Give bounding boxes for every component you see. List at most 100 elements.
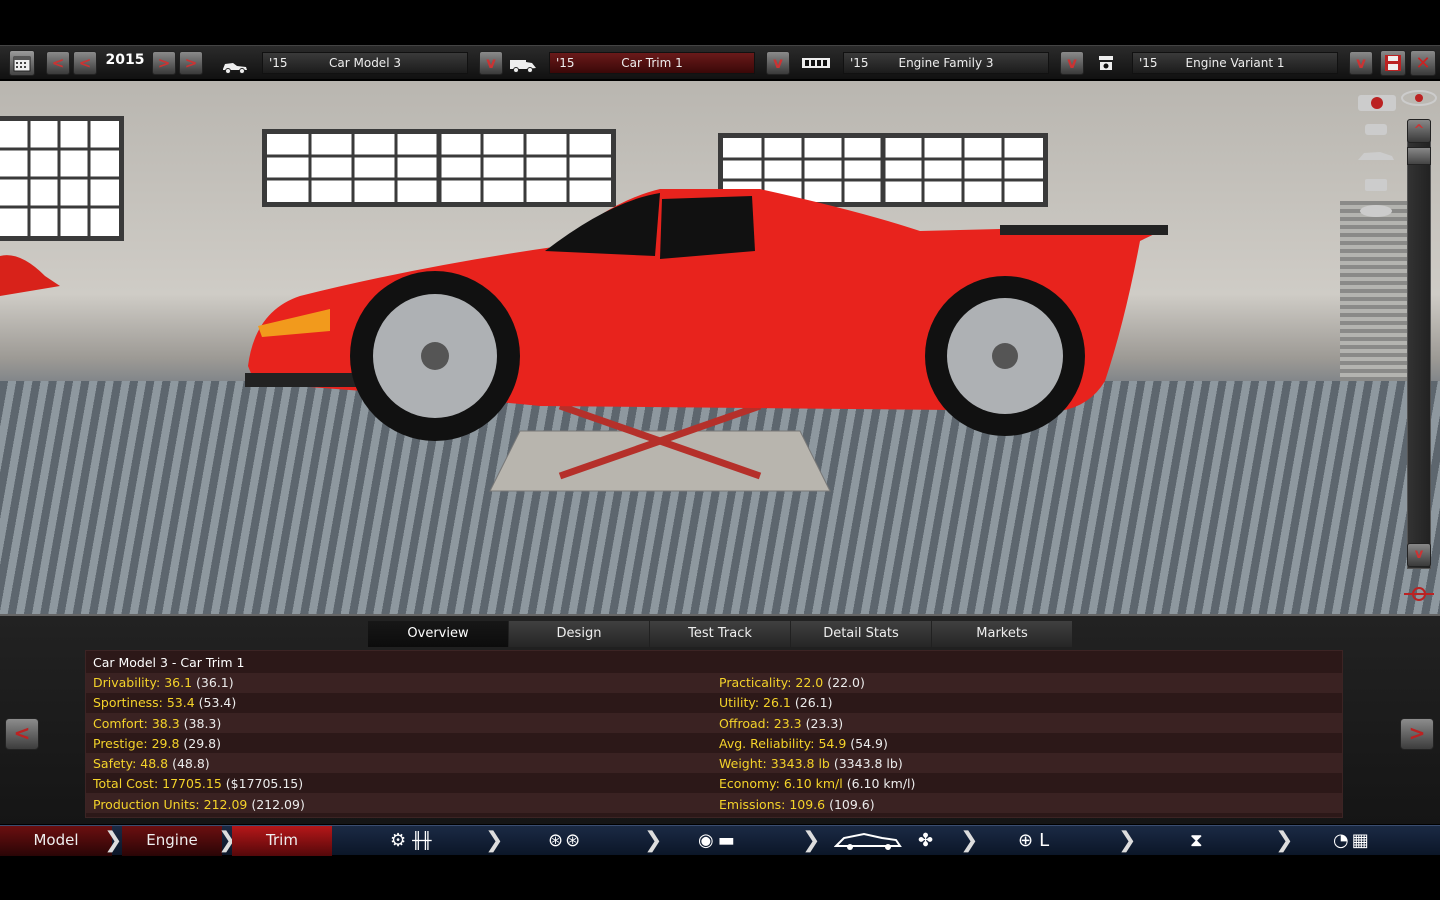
close-button[interactable]: ✕ xyxy=(1410,50,1436,76)
gear-icon: ⚙ xyxy=(390,830,407,851)
panel-next-button[interactable]: > xyxy=(1400,718,1434,750)
stat-previous: (6.10 km/l) xyxy=(846,776,916,791)
stat-avg-reliability: Avg. Reliability: 54.9 (54.9) xyxy=(719,734,888,754)
prev-button[interactable]: < xyxy=(73,51,97,75)
next-button[interactable]: > xyxy=(152,51,176,75)
panel-prev-button[interactable]: < xyxy=(5,718,39,750)
app-window: < < 2015 > > '15 Car Model 3 v '15 Car T… xyxy=(0,0,1440,900)
car-rear-icon[interactable] xyxy=(1362,176,1390,198)
chevron-right-icon: > xyxy=(184,54,198,72)
wheel-icon: ⊛ xyxy=(565,830,581,851)
chevron-right-icon: ❯ xyxy=(485,828,504,853)
step-engine[interactable]: Engine xyxy=(122,826,222,856)
stat-previous: (212.09) xyxy=(251,797,305,812)
eye-icon[interactable] xyxy=(1400,89,1438,111)
stat-emissions: Emissions: 109.6 (109.6) xyxy=(719,795,875,815)
checkered-flag-icon: ▦ xyxy=(1351,830,1369,851)
scroll-thumb[interactable] xyxy=(1407,147,1431,165)
car-side-icon[interactable] xyxy=(1356,149,1396,167)
speedometer-icon: ◔ xyxy=(1333,830,1349,851)
stat-economy: Economy: 6.10 km/l (6.10 km/l) xyxy=(719,774,915,794)
designer-steps-bar: Model ❯ Engine ❯ Trim ⚙ ╫╫ ❯ ⊛ ⊛ ❯ ◉ ▬ ❯ ✤ … xyxy=(0,825,1440,858)
stat-value: Drivability: 36.1 xyxy=(93,675,193,690)
stats-row xyxy=(86,693,1342,713)
tab-overview[interactable]: Overview xyxy=(368,621,508,647)
stat-value: Production Units: 212.09 xyxy=(93,797,248,812)
tab-detail-stats[interactable]: Detail Stats xyxy=(791,621,931,647)
stats-overview: Car Model 3 - Car Trim 1 Drivability: 36… xyxy=(85,650,1343,818)
scroll-down-button[interactable]: v xyxy=(1407,543,1431,567)
car-trim-icon xyxy=(508,56,538,78)
car-body-icon: ▬ xyxy=(717,830,735,851)
stat-value: Economy: 6.10 km/l xyxy=(719,776,843,791)
spring-icon: ⧗ xyxy=(1190,830,1203,851)
save-icon xyxy=(1385,55,1401,71)
reset-view-icon[interactable] xyxy=(1402,581,1436,611)
car-front-icon[interactable] xyxy=(1362,121,1390,141)
chevron-right-icon: ❯ xyxy=(1275,828,1294,853)
prev-prev-button[interactable]: < xyxy=(46,51,70,75)
stat-prestige: Prestige: 29.8 (29.8) xyxy=(93,734,221,754)
zoom-scrollbar[interactable] xyxy=(1407,121,1431,569)
step-body[interactable]: ◉ ▬ xyxy=(698,830,735,852)
step-interior[interactable]: ⊕ ᒪ xyxy=(1018,830,1049,852)
engine-family-icon xyxy=(801,55,831,75)
chevron-left-icon: < xyxy=(78,54,92,72)
step-model[interactable]: Model xyxy=(0,826,112,856)
step-trim[interactable]: Trim xyxy=(232,826,332,856)
chevron-down-icon: v xyxy=(1067,54,1077,72)
stat-utility: Utility: 26.1 (26.1) xyxy=(719,693,832,713)
step-suspension[interactable]: ⧗ xyxy=(1190,830,1203,852)
chevron-right-icon: > xyxy=(1408,721,1426,745)
next-next-button[interactable]: > xyxy=(179,51,203,75)
stat-value: Total Cost: 17705.15 xyxy=(93,776,222,791)
rear-wheel xyxy=(925,276,1085,436)
engine-family-dropdown-button[interactable]: v xyxy=(1060,51,1084,75)
engine-variant-dropdown-button[interactable]: v xyxy=(1349,51,1373,75)
stat-value: Offroad: 23.3 xyxy=(719,716,802,731)
chevron-down-icon: v xyxy=(1414,547,1424,562)
chevron-right-icon: ❯ xyxy=(104,828,123,853)
stat-previous: (29.8) xyxy=(183,736,221,751)
engine-family-select[interactable]: '15 Engine Family 3 xyxy=(843,52,1049,74)
stats-row xyxy=(86,733,1342,753)
stat-practicality: Practicality: 22.0 (22.0) xyxy=(719,673,865,693)
car-viewport[interactable]: ^ v xyxy=(0,81,1440,614)
calendar-icon[interactable] xyxy=(9,50,35,76)
year-label: 2015 xyxy=(105,52,145,68)
save-button[interactable] xyxy=(1380,50,1406,76)
car-model-select[interactable]: '15 Car Model 3 xyxy=(262,52,468,74)
engine-variant-name: Engine Variant 1 xyxy=(1185,56,1285,70)
stat-value: Weight: 3343.8 lb xyxy=(719,756,830,771)
stats-row xyxy=(86,673,1342,693)
chevron-right-icon: ❯ xyxy=(802,828,821,853)
step-wheels[interactable]: ⊛ ⊛ xyxy=(548,830,580,852)
stat-previous: (54.9) xyxy=(850,736,888,751)
step-aero[interactable] xyxy=(833,830,914,858)
stat-previous: (38.3) xyxy=(183,716,222,731)
stat-value: Prestige: 29.8 xyxy=(93,736,180,751)
car-trim-dropdown-button[interactable]: v xyxy=(766,51,790,75)
stat-previous: (109.6) xyxy=(829,797,875,812)
car-model-dropdown-button[interactable]: v xyxy=(479,51,503,75)
car-trim-select[interactable]: '15 Car Trim 1 xyxy=(549,52,755,74)
engine-variant-select[interactable]: '15 Engine Variant 1 xyxy=(1132,52,1338,74)
stat-previous: (23.3) xyxy=(805,716,844,731)
info-tabs: Overview Design Test Track Detail Stats … xyxy=(368,621,1073,647)
chevron-right-icon: ❯ xyxy=(1118,828,1137,853)
stat-production-units: Production Units: 212.09 (212.09) xyxy=(93,795,305,815)
camera-icon[interactable] xyxy=(1356,89,1398,117)
chevron-left-icon: < xyxy=(13,721,31,745)
step-chassis-gearbox[interactable]: ⚙ ╫╫ xyxy=(390,830,431,852)
stat-previous: (48.8) xyxy=(172,756,210,771)
stat-previous: (53.4) xyxy=(198,695,237,710)
tab-design[interactable]: Design xyxy=(509,621,649,647)
tab-test-track[interactable]: Test Track xyxy=(650,621,790,647)
stats-row xyxy=(86,713,1342,733)
step-testing[interactable]: ◔ ▦ xyxy=(1333,830,1369,852)
seat-icon: ᒪ xyxy=(1039,830,1050,851)
car-outline-icon xyxy=(833,832,902,850)
tab-markets[interactable]: Markets xyxy=(932,621,1072,647)
car-top-icon[interactable] xyxy=(1358,203,1394,223)
scroll-up-button[interactable]: ^ xyxy=(1407,119,1431,143)
